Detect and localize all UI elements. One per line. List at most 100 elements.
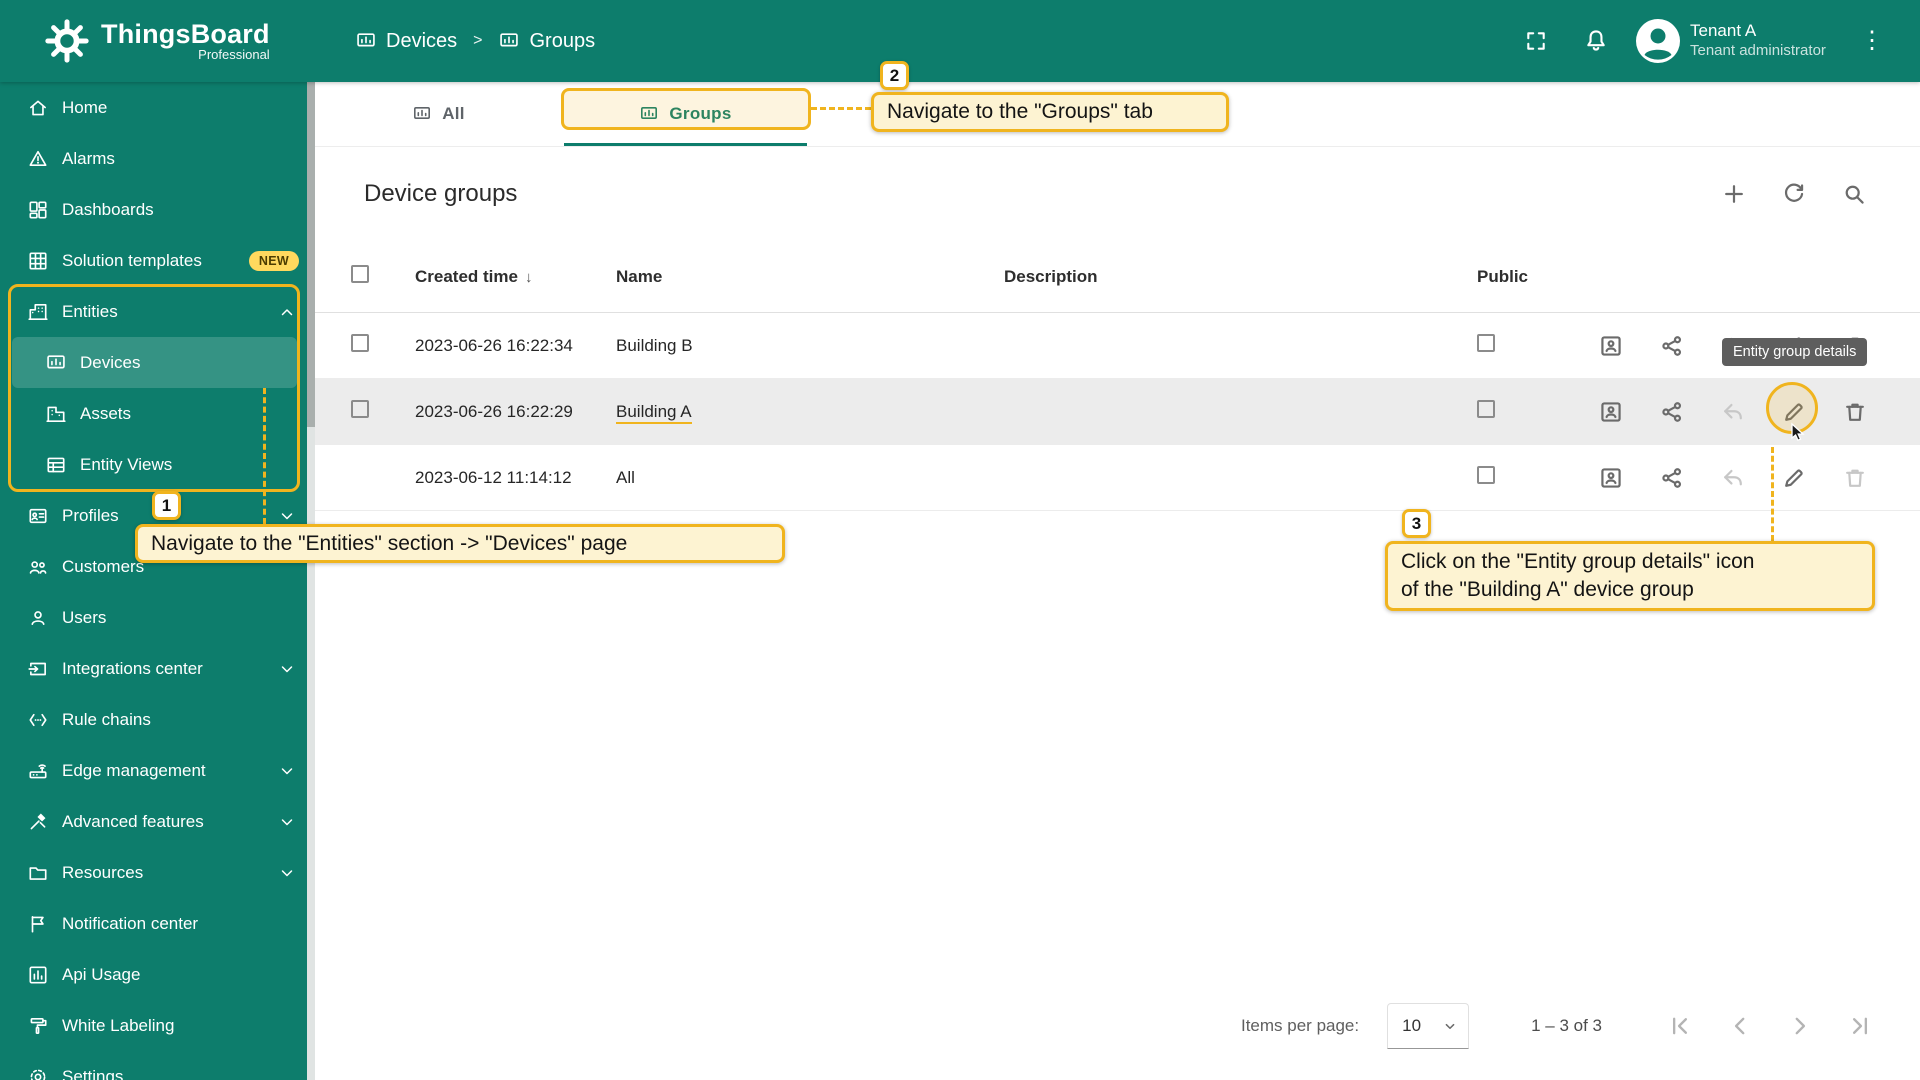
chevron-right-icon xyxy=(1795,1017,1806,1035)
row-checkbox[interactable] xyxy=(351,400,369,418)
paginator: Items per page: 10 1 – 3 of 3 xyxy=(315,990,1920,1062)
group-permissions-button[interactable] xyxy=(1597,464,1625,492)
sidebar-item-users[interactable]: Users xyxy=(0,592,315,643)
account-icon xyxy=(1636,19,1680,63)
input-icon xyxy=(27,658,49,680)
share-button[interactable] xyxy=(1658,332,1686,360)
make-private-button[interactable] xyxy=(1719,398,1747,426)
first-page-button[interactable] xyxy=(1666,1012,1694,1040)
page-range: 1 – 3 of 3 xyxy=(1531,1016,1602,1035)
sidebar-item-solution-templates[interactable]: Solution templates NEW xyxy=(0,235,315,286)
sidebar-item-api-usage[interactable]: Api Usage xyxy=(0,949,315,1000)
select-all-checkbox[interactable] xyxy=(351,265,369,283)
entity-group-details-button[interactable] xyxy=(1780,464,1808,492)
more-menu-button[interactable]: ⋮ xyxy=(1860,29,1884,53)
share-button[interactable] xyxy=(1658,398,1686,426)
sidebar-item-edge-management[interactable]: Edge management xyxy=(0,745,315,796)
person-icon xyxy=(27,607,49,629)
people-icon xyxy=(27,556,49,578)
breadcrumb-groups[interactable]: Groups xyxy=(498,30,595,53)
sidebar-item-rule-chains[interactable]: Rule chains xyxy=(0,694,315,745)
devices-tab-icon xyxy=(414,106,431,119)
share-button[interactable] xyxy=(1658,464,1686,492)
sort-desc-icon: ↓ xyxy=(524,268,533,286)
chevron-left-icon xyxy=(1734,1017,1745,1035)
column-name[interactable]: Name xyxy=(616,267,1004,287)
add-group-button[interactable] xyxy=(1720,180,1748,208)
delete-button[interactable] xyxy=(1841,464,1869,492)
router-icon xyxy=(27,760,49,782)
caret-down-icon xyxy=(1445,1023,1455,1030)
entity-group-details-button[interactable] xyxy=(1780,332,1808,360)
sidebar-item-dashboards[interactable]: Dashboards xyxy=(0,184,315,235)
edit-icon xyxy=(1785,336,1803,355)
business-icon xyxy=(45,403,67,425)
sidebar-item-assets[interactable]: Assets xyxy=(0,388,315,439)
sidebar-item-resources[interactable]: Resources xyxy=(0,847,315,898)
group-permissions-button[interactable] xyxy=(1597,398,1625,426)
sidebar-item-notification-center[interactable]: Notification center xyxy=(0,898,315,949)
last-page-button[interactable] xyxy=(1846,1012,1874,1040)
sidebar-item-alarms[interactable]: Alarms xyxy=(0,133,315,184)
page-size-select[interactable]: 10 xyxy=(1387,1003,1470,1049)
search-button[interactable] xyxy=(1840,180,1868,208)
group-permissions-button[interactable] xyxy=(1597,332,1625,360)
make-private-button[interactable] xyxy=(1719,332,1747,360)
column-created-time[interactable]: Created time ↓ xyxy=(415,267,616,287)
column-description[interactable]: Description xyxy=(1004,267,1477,287)
devices-icon xyxy=(357,33,375,47)
tab-all[interactable]: All xyxy=(315,82,562,146)
table-row-building-b[interactable]: 2023-06-26 16:22:34 Building B xyxy=(315,313,1920,379)
next-page-button[interactable] xyxy=(1786,1012,1814,1040)
public-checkbox[interactable] xyxy=(1477,334,1495,352)
tab-groups[interactable]: Groups xyxy=(562,82,809,146)
sidebar-item-settings[interactable]: Settings xyxy=(0,1051,315,1080)
refresh-icon xyxy=(1785,183,1804,202)
sidebar-item-entity-views[interactable]: Entity Views xyxy=(0,439,315,490)
public-checkbox[interactable] xyxy=(1477,400,1495,418)
sidebar-item-advanced-features[interactable]: Advanced features xyxy=(0,796,315,847)
table-row-all[interactable]: 2023-06-12 11:14:12 All xyxy=(315,445,1920,511)
sidebar-item-integrations-center[interactable]: Integrations center xyxy=(0,643,315,694)
flag-icon xyxy=(27,913,49,935)
new-badge: NEW xyxy=(248,250,299,271)
delete-button[interactable] xyxy=(1841,332,1869,360)
sidebar: Home Alarms Dashboards Solution template… xyxy=(0,82,315,1080)
avatar[interactable] xyxy=(1634,17,1682,65)
user-info: Tenant A Tenant administrator xyxy=(1690,21,1842,61)
fullscreen-button[interactable] xyxy=(1522,27,1550,55)
row-checkbox[interactable] xyxy=(351,334,369,352)
column-public: Public xyxy=(1477,266,1529,286)
sidebar-scrollbar-thumb[interactable] xyxy=(307,82,315,427)
chevron-down-icon xyxy=(277,506,297,526)
paint-icon xyxy=(27,1015,49,1037)
breadcrumb: Devices > Groups xyxy=(315,30,595,53)
page-title: Device groups xyxy=(364,180,518,207)
sidebar-item-customers[interactable]: Customers xyxy=(0,541,315,592)
assignment-ind-icon xyxy=(1601,401,1621,422)
sidebar-item-profiles[interactable]: Profiles xyxy=(0,490,315,541)
chevron-up-icon xyxy=(277,302,297,322)
delete-button[interactable] xyxy=(1841,398,1869,426)
delete-icon xyxy=(1846,469,1864,487)
edit-icon xyxy=(1785,468,1803,487)
entity-group-details-button[interactable] xyxy=(1780,398,1808,426)
make-private-button[interactable] xyxy=(1719,464,1747,492)
groups-tab-icon xyxy=(641,106,658,119)
table-column-headers: Created time ↓ Name Description Public xyxy=(315,241,1920,313)
sidebar-item-entities[interactable]: Entities xyxy=(0,286,315,337)
logo[interactable]: ThingsBoard Professional xyxy=(0,18,315,64)
public-checkbox[interactable] xyxy=(1477,466,1495,484)
folder-icon xyxy=(27,862,49,884)
previous-page-button[interactable] xyxy=(1726,1012,1754,1040)
items-per-page-label: Items per page: xyxy=(1240,1016,1360,1035)
table-row-building-a[interactable]: 2023-06-26 16:22:29 Building A xyxy=(315,379,1920,445)
edit-icon xyxy=(1785,402,1803,421)
devices-icon xyxy=(45,352,67,374)
sidebar-item-home[interactable]: Home xyxy=(0,82,315,133)
breadcrumb-devices[interactable]: Devices xyxy=(355,30,457,53)
sidebar-item-white-labeling[interactable]: White Labeling xyxy=(0,1000,315,1051)
notifications-button[interactable] xyxy=(1582,27,1610,55)
refresh-button[interactable] xyxy=(1780,180,1808,208)
sidebar-item-devices[interactable]: Devices xyxy=(12,337,297,388)
